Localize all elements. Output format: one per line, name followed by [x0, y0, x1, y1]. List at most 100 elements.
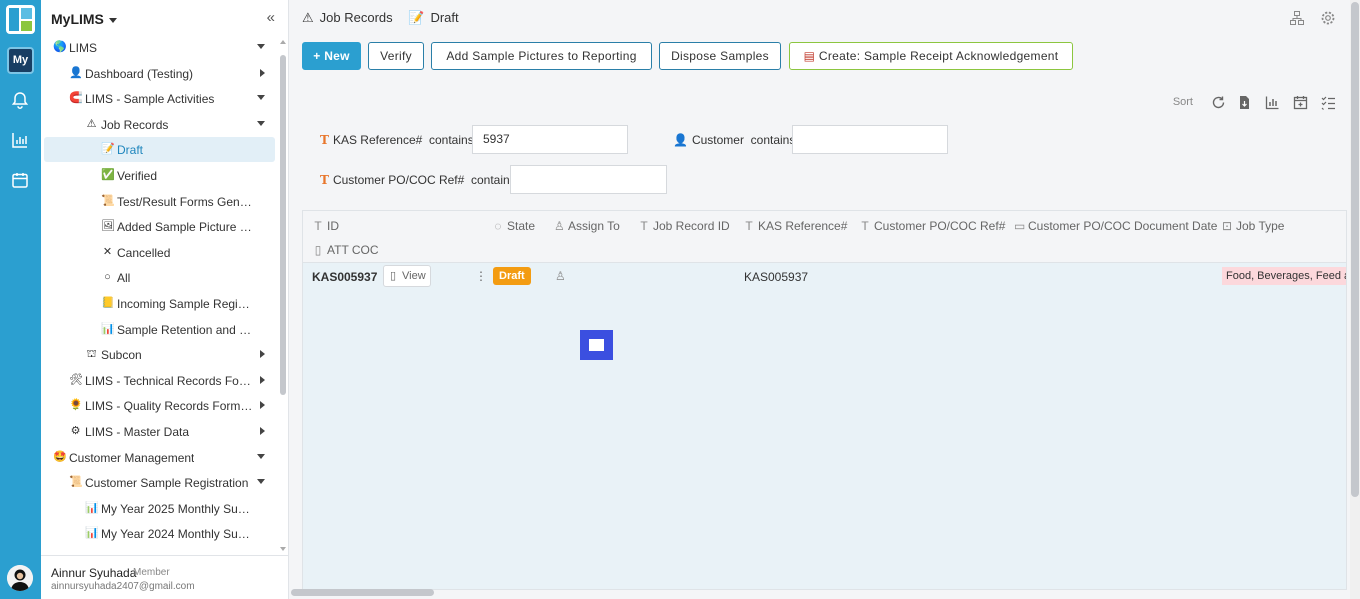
column-header-job-type[interactable]: ⊡ Job Type: [1222, 219, 1284, 233]
row-id: KAS005937: [312, 270, 378, 284]
records-grid: T ID ◌ State ♙ Assign To T Job Record ID T KA…: [302, 210, 1347, 590]
sidebar-item-sample-retention-and-disposal[interactable]: 📊Sample Retention and Disposal: [44, 317, 275, 342]
sidebar-item-lims-quality-records-form-qrf[interactable]: 🌻LIMS - Quality Records Form (QRF): [44, 393, 275, 418]
sidebar-item-incoming-sample-registration[interactable]: 📒Incoming Sample Registration: [44, 291, 275, 316]
chevron-down-icon[interactable]: [257, 453, 265, 459]
chevron-down-icon[interactable]: [257, 479, 265, 485]
circle-icon: ○: [104, 271, 111, 284]
column-header-assign-to[interactable]: ♙ Assign To: [554, 219, 620, 233]
column-header-kas-ref[interactable]: T KAS Reference#: [744, 219, 847, 233]
sidebar-item-added-sample-picture-to-reporting[interactable]: 🖼Added Sample Picture to Reporting: [44, 214, 275, 239]
verify-button[interactable]: Verify: [368, 42, 424, 70]
bar-chart-icon[interactable]: [11, 131, 29, 149]
scroll-down-arrow-icon[interactable]: [280, 547, 286, 551]
sidebar-item-lims[interactable]: 🌎 LIMS: [44, 35, 275, 60]
breadcrumb-job-records[interactable]: Job Records: [320, 10, 393, 25]
job-type-tag: Food, Beverages, Feed and: [1222, 267, 1346, 285]
scroll-up-arrow-icon[interactable]: [280, 40, 286, 44]
filter-po-coc-input[interactable]: [510, 165, 667, 194]
view-record-button[interactable]: ▯ View: [383, 265, 431, 287]
column-header-job-record-id[interactable]: T Job Record ID: [639, 219, 729, 233]
chevron-right-icon[interactable]: [260, 68, 265, 77]
sidebar-item-subcon[interactable]: ⛫ Subcon: [44, 342, 275, 367]
chevron-down-icon[interactable]: [257, 120, 265, 126]
chevron-right-icon[interactable]: [260, 427, 265, 435]
calendar-icon: ▭: [1014, 219, 1026, 233]
column-header-att-coc[interactable]: ▯ ATT COC: [313, 243, 379, 257]
sidebar-item-my-year-2024-monthly-submission[interactable]: 📊My Year 2024 Monthly Submission: [44, 521, 275, 546]
warning-sign-icon: ⚠: [86, 117, 97, 130]
chart-icon: 📊: [85, 501, 99, 514]
filter-kas-ref-input[interactable]: 5937: [472, 125, 628, 154]
new-button[interactable]: + New: [302, 42, 361, 70]
vertical-scrollbar[interactable]: [1350, 0, 1360, 599]
assign-user-icon[interactable]: ♙: [555, 269, 566, 283]
calendar-icon[interactable]: [11, 171, 29, 189]
text-column-icon: T: [314, 219, 322, 233]
person-icon: 👤: [69, 66, 83, 79]
chevron-right-icon[interactable]: [260, 350, 265, 359]
tools-icon: 🛠: [69, 373, 83, 386]
state-icon: ◌: [494, 219, 502, 233]
checklist-icon[interactable]: [1321, 95, 1336, 110]
star-face-icon: 🤩: [53, 450, 67, 463]
sidebar-item-customer-management[interactable]: 🤩 Customer Management: [44, 445, 275, 470]
row-more-menu-icon[interactable]: ⋮: [475, 269, 487, 283]
hierarchy-icon[interactable]: [1289, 10, 1305, 26]
sidebar-item-label: LIMS - Quality Records Form (QRF): [85, 399, 253, 414]
gear-icon[interactable]: [1320, 10, 1336, 26]
text-column-icon: T: [861, 219, 869, 233]
user-avatar[interactable]: [7, 565, 33, 591]
sidebar-item-label: Subcon: [101, 348, 142, 363]
add-sample-pictures-button[interactable]: Add Sample Pictures to Reporting: [431, 42, 652, 70]
sidebar-item-my-year-2025-monthly-submission[interactable]: 📊My Year 2025 Monthly Submission: [44, 496, 275, 521]
chevron-right-icon[interactable]: [260, 375, 265, 384]
sidebar-item-lims-master-data[interactable]: ⚙ LIMS - Master Data: [44, 419, 275, 444]
pdf-icon: ▤: [803, 49, 819, 63]
sidebar-item-cancelled[interactable]: ✕ Cancelled: [44, 240, 275, 265]
chevron-right-icon[interactable]: [260, 401, 265, 410]
user-profile[interactable]: Ainnur Syuhada Member ainnursyuhada2407@…: [41, 555, 289, 599]
export-icon[interactable]: [1237, 95, 1252, 110]
sort-button[interactable]: Sort: [1173, 96, 1193, 108]
sidebar-item-label: Customer Management: [69, 450, 195, 465]
memo-icon: 📝: [101, 143, 115, 156]
calendar-add-icon[interactable]: [1293, 95, 1308, 110]
column-header-po-coc-date[interactable]: ▭ Customer PO/COC Document Date: [1014, 219, 1217, 233]
column-header-po-coc-ref[interactable]: T Customer PO/COC Ref#: [860, 219, 1005, 233]
sidebar-item-draft[interactable]: 📝 Draft: [44, 137, 275, 163]
sidebar-item-lims-sample-activities[interactable]: 🧲 LIMS - Sample Activities: [44, 86, 275, 111]
chevron-down-icon[interactable]: [257, 44, 265, 49]
sidebar-item-label: LIMS - Master Data: [85, 425, 190, 439]
column-header-id[interactable]: T ID: [313, 219, 339, 233]
app-logo-icon[interactable]: [6, 5, 35, 34]
collapse-sidebar-icon[interactable]: «: [267, 9, 275, 26]
horizontal-scrollbar[interactable]: [291, 589, 434, 596]
refresh-icon[interactable]: [1211, 95, 1226, 110]
vertical-scrollbar-thumb[interactable]: [1351, 2, 1359, 497]
globe-icon: 🌎: [53, 41, 67, 53]
bell-icon[interactable]: [11, 91, 29, 109]
sidebar-item-customer-sample-registration[interactable]: 📜 Customer Sample Registration: [44, 470, 275, 495]
sidebar-item-label: Dashboard (Testing): [85, 66, 194, 81]
sidebar-item-lims-technical-records-form-trf[interactable]: 🛠LIMS - Technical Records Form (TRF): [44, 368, 275, 393]
sidebar-item-dashboard-testing[interactable]: 👤 Dashboard (Testing): [44, 61, 275, 86]
sidebar-item-label: LIMS - Technical Records Form (TRF): [85, 373, 253, 388]
sidebar-item-all[interactable]: ○ All: [44, 265, 275, 290]
app-switcher[interactable]: MyLIMS: [51, 11, 117, 27]
sidebar-item-label: Added Sample Picture to Reporting: [117, 220, 253, 235]
sidebar-item-test-result-forms-generated[interactable]: 📜Test/Result Forms Generated: [44, 189, 275, 214]
sidebar-item-label: Customer Sample Registration: [85, 476, 249, 491]
breadcrumb-draft: Draft: [430, 10, 459, 25]
sidebar-item-verified[interactable]: ✅ Verified: [44, 163, 275, 188]
dispose-samples-button[interactable]: Dispose Samples: [659, 42, 781, 70]
filter-customer-input[interactable]: [792, 125, 948, 154]
chart-view-icon[interactable]: [1265, 95, 1280, 110]
sidebar-item-label: All: [117, 271, 131, 286]
sidebar-item-job-records[interactable]: ⚠ Job Records: [44, 112, 275, 137]
create-receipt-ack-button[interactable]: ▤ Create: Sample Receipt Acknowledgement: [789, 42, 1073, 70]
sidebar-scrollbar[interactable]: [280, 55, 286, 395]
column-header-state[interactable]: ◌ State: [493, 219, 535, 233]
workspace-my-button[interactable]: My: [7, 47, 34, 74]
chevron-down-icon[interactable]: [257, 95, 265, 101]
